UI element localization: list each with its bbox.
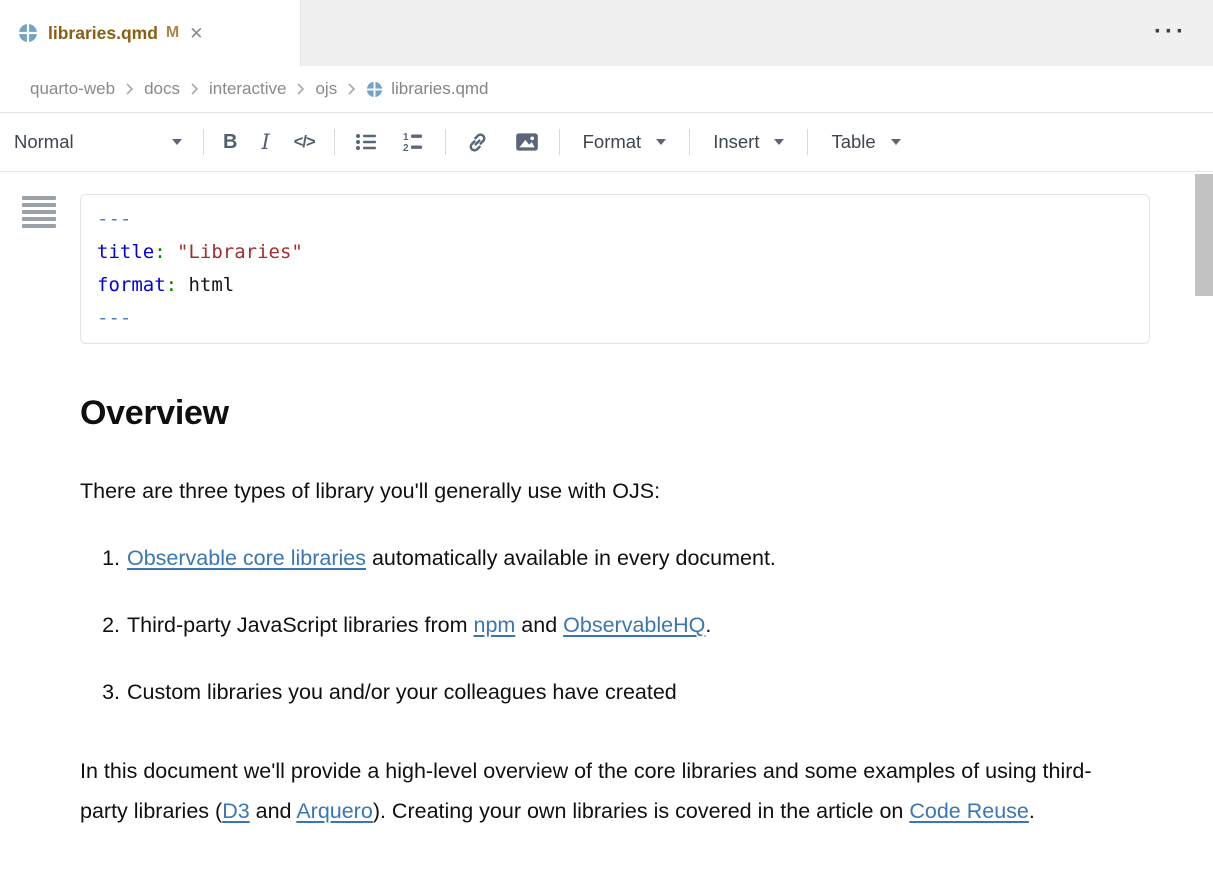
image-button[interactable] [502,122,552,162]
modified-badge: M [166,24,179,42]
block-drag-handle-icon[interactable] [22,196,56,231]
link-npm[interactable]: npm [473,613,515,637]
breadcrumb: quarto-web docs interactive ojs librarie… [0,66,1213,112]
visual-editor-canvas[interactable]: --- title:"Libraries" format:html --- Ov… [0,172,1213,889]
chevron-down-icon [656,139,666,145]
breadcrumb-item-ojs[interactable]: ojs [315,79,337,99]
more-actions-icon[interactable]: ··· [1154,18,1187,46]
breadcrumb-file-name[interactable]: libraries.qmd [391,79,488,99]
list-item-text: Custom libraries you and/or your colleag… [127,679,677,706]
link-observablehq[interactable]: ObservableHQ [563,613,705,637]
link-code-reuse[interactable]: Code Reuse [909,799,1029,823]
quarto-icon [18,23,38,43]
chevron-down-icon [172,139,182,145]
format-menu[interactable]: Format [567,131,683,153]
ordered-list-button[interactable]: 1 2 [390,122,438,162]
close-icon[interactable]: ✕ [189,25,203,42]
chevron-right-icon [124,82,135,96]
link-observable-core-libraries[interactable]: Observable core libraries [127,546,366,570]
bullet-list-button[interactable] [342,122,390,162]
list-item-text: Third-party JavaScript libraries from np… [127,612,711,639]
yaml-format-line: format:html [97,269,1133,302]
list-item-number: 1. [80,545,127,572]
list-item: 2. Third-party JavaScript libraries from… [80,612,1213,639]
ordered-list-icon: 1 2 [402,130,426,154]
bold-button[interactable]: B [211,122,249,162]
paragraph-style-value: Normal [14,131,74,153]
chevron-right-icon [189,82,200,96]
toolbar-divider [203,129,204,155]
ordered-list: 1. Observable core libraries automatical… [80,545,1213,706]
list-item-number: 3. [80,679,127,706]
tab-libraries-qmd[interactable]: libraries.qmd M ✕ [0,0,301,66]
toolbar-divider [689,129,690,155]
italic-button[interactable]: I [249,122,281,162]
inline-code-button[interactable]: </> [282,122,327,162]
svg-text:2: 2 [403,143,409,154]
page-title: Overview [80,393,1213,433]
svg-text:1: 1 [403,132,409,143]
link-icon [465,130,490,155]
yaml-title-line: title:"Libraries" [97,236,1133,269]
list-item: 3. Custom libraries you and/or your coll… [80,679,1213,706]
yaml-delimiter: --- [97,302,1133,335]
image-icon [514,129,540,155]
table-menu-label: Table [831,131,875,153]
breadcrumb-item-docs[interactable]: docs [144,79,180,99]
toolbar-divider [559,129,560,155]
editor-toolbar: Normal B I </> 1 2 [0,112,1213,172]
chevron-right-icon [295,82,306,96]
toolbar-divider [445,129,446,155]
closing-paragraph: In this document we'll provide a high-le… [80,751,1095,831]
breadcrumb-item-quarto-web[interactable]: quarto-web [30,79,115,99]
chevron-down-icon [891,139,901,145]
bullet-list-icon [354,130,378,154]
vertical-scrollbar-thumb[interactable] [1195,174,1213,296]
quarto-icon [366,81,383,98]
chevron-down-icon [774,139,784,145]
table-menu[interactable]: Table [815,131,916,153]
yaml-delimiter: --- [97,203,1133,236]
tab-file-name: libraries.qmd [48,23,158,44]
list-item-text: Observable core libraries automatically … [127,545,776,572]
breadcrumb-item-interactive[interactable]: interactive [209,79,286,99]
insert-menu[interactable]: Insert [697,131,800,153]
toolbar-divider [807,129,808,155]
chevron-right-icon [346,82,357,96]
list-item: 1. Observable core libraries automatical… [80,545,1213,572]
link-d3[interactable]: D3 [222,799,249,823]
toolbar-divider [334,129,335,155]
link-arquero[interactable]: Arquero [296,799,373,823]
link-button[interactable] [453,122,502,162]
insert-menu-label: Insert [713,131,759,153]
intro-paragraph: There are three types of library you'll … [80,478,1213,505]
list-item-number: 2. [80,612,127,639]
tab-bar: libraries.qmd M ✕ ··· [0,0,1213,66]
format-menu-label: Format [583,131,642,153]
paragraph-style-select[interactable]: Normal [14,131,182,153]
yaml-front-matter-block[interactable]: --- title:"Libraries" format:html --- [80,194,1150,344]
